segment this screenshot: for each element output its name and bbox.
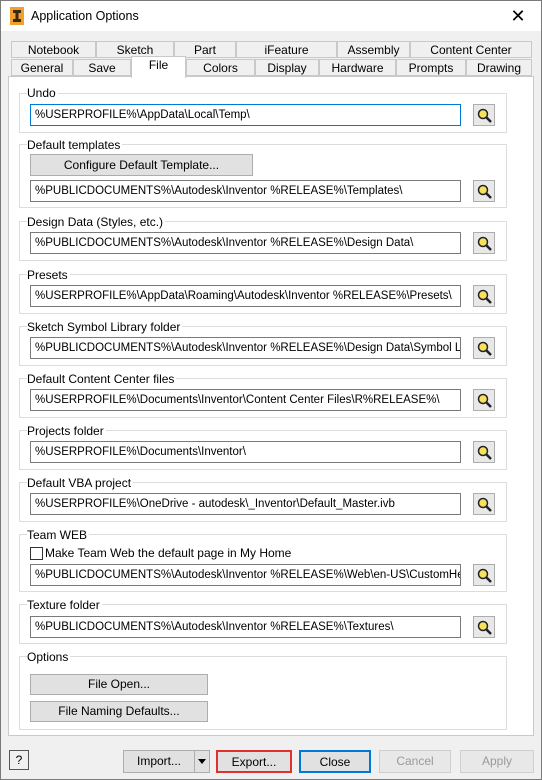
browse-icon xyxy=(477,445,492,460)
file-open-button[interactable]: File Open... xyxy=(30,674,208,695)
team-web-default-checkbox[interactable] xyxy=(30,547,43,560)
team-web-browse-button[interactable] xyxy=(473,564,495,586)
browse-icon xyxy=(477,236,492,251)
content-center-label: Default Content Center files xyxy=(27,372,177,386)
browse-icon xyxy=(477,341,492,356)
undo-browse-button[interactable] xyxy=(473,104,495,126)
sketch-symbol-path-field[interactable]: %PUBLICDOCUMENTS%\Autodesk\Inventor %REL… xyxy=(30,337,461,359)
import-dropdown-button[interactable] xyxy=(194,750,210,773)
close-icon[interactable]: ✕ xyxy=(495,1,541,31)
configure-default-template-button[interactable]: Configure Default Template... xyxy=(30,154,253,176)
tab-prompts[interactable]: Prompts xyxy=(396,59,466,76)
options-label: Options xyxy=(27,650,71,664)
close-button[interactable]: Close xyxy=(299,750,371,773)
texture-path-field[interactable]: %PUBLICDOCUMENTS%\Autodesk\Inventor %REL… xyxy=(30,616,461,638)
tab-save[interactable]: Save xyxy=(73,59,131,76)
tab-ifeature[interactable]: iFeature xyxy=(236,41,337,58)
browse-icon xyxy=(477,620,492,635)
presets-label: Presets xyxy=(27,268,70,282)
tab-hardware[interactable]: Hardware xyxy=(319,59,396,76)
texture-browse-button[interactable] xyxy=(473,616,495,638)
templates-path-field[interactable]: %PUBLICDOCUMENTS%\Autodesk\Inventor %REL… xyxy=(30,180,461,202)
presets-browse-button[interactable] xyxy=(473,285,495,307)
texture-label: Texture folder xyxy=(27,598,102,612)
templates-browse-button[interactable] xyxy=(473,180,495,202)
sketch-symbol-browse-button[interactable] xyxy=(473,337,495,359)
sketch-symbol-label: Sketch Symbol Library folder xyxy=(27,320,183,334)
tab-notebook[interactable]: Notebook xyxy=(11,41,96,58)
undo-label: Undo xyxy=(27,86,58,100)
team-web-label: Team WEB xyxy=(27,528,90,542)
projects-label: Projects folder xyxy=(27,424,106,438)
cancel-button[interactable]: Cancel xyxy=(379,750,451,773)
export-button[interactable]: Export... xyxy=(216,750,292,773)
vba-browse-button[interactable] xyxy=(473,493,495,515)
tab-content-center[interactable]: Content Center xyxy=(410,41,532,58)
browse-icon xyxy=(477,108,492,123)
browse-icon xyxy=(477,497,492,512)
design-data-label: Design Data (Styles, etc.) xyxy=(27,215,166,229)
tab-general[interactable]: General xyxy=(11,59,73,76)
file-naming-defaults-button[interactable]: File Naming Defaults... xyxy=(30,701,208,722)
apply-button[interactable]: Apply xyxy=(460,750,534,773)
vba-path-field[interactable]: %USERPROFILE%\OneDrive - autodesk\_Inven… xyxy=(30,493,461,515)
team-web-checkbox-label: Make Team Web the default page in My Hom… xyxy=(45,546,292,560)
import-button[interactable]: Import... xyxy=(123,750,195,773)
default-templates-label: Default templates xyxy=(27,138,123,152)
tab-display[interactable]: Display xyxy=(255,59,319,76)
vba-label: Default VBA project xyxy=(27,476,134,490)
tab-assembly[interactable]: Assembly xyxy=(337,41,410,58)
projects-browse-button[interactable] xyxy=(473,441,495,463)
help-icon[interactable]: ? xyxy=(9,750,29,770)
browse-icon xyxy=(477,568,492,583)
window-title: Application Options xyxy=(31,9,139,23)
inventor-app-icon xyxy=(10,7,24,25)
tab-colors[interactable]: Colors xyxy=(186,59,255,76)
chevron-down-icon xyxy=(198,759,206,764)
team-web-path-field[interactable]: %PUBLICDOCUMENTS%\Autodesk\Inventor %REL… xyxy=(30,564,461,586)
design-data-browse-button[interactable] xyxy=(473,232,495,254)
undo-path-field[interactable]: %USERPROFILE%\AppData\Local\Temp\ xyxy=(30,104,461,126)
title-bar: Application Options ✕ xyxy=(1,1,541,31)
tab-drawing[interactable]: Drawing xyxy=(466,59,532,76)
browse-icon xyxy=(477,289,492,304)
browse-icon xyxy=(477,184,492,199)
content-center-path-field[interactable]: %USERPROFILE%\Documents\Inventor\Content… xyxy=(30,389,461,411)
presets-path-field[interactable]: %USERPROFILE%\AppData\Roaming\Autodesk\I… xyxy=(30,285,461,307)
browse-icon xyxy=(477,393,492,408)
design-data-path-field[interactable]: %PUBLICDOCUMENTS%\Autodesk\Inventor %REL… xyxy=(30,232,461,254)
tab-file[interactable]: File xyxy=(131,56,186,78)
projects-path-field[interactable]: %USERPROFILE%\Documents\Inventor\ xyxy=(30,441,461,463)
content-center-browse-button[interactable] xyxy=(473,389,495,411)
